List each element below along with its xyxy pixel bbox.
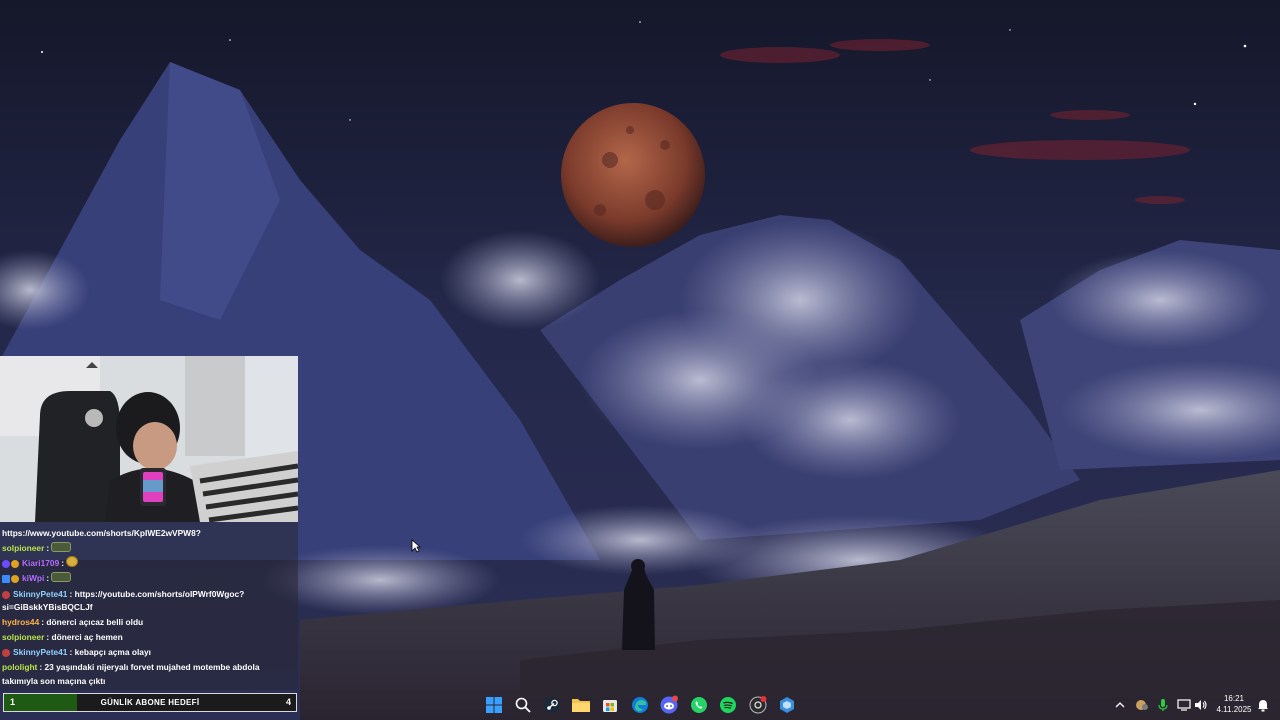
bits-badge-icon bbox=[11, 559, 19, 568]
chat-message: https://www.youtube.com/shorts/KpIWE2wVP… bbox=[2, 526, 296, 540]
network-icon[interactable] bbox=[1176, 697, 1192, 713]
chat-message: SkinnyPete41: kebapçı açma olayı bbox=[2, 645, 296, 660]
app-icon[interactable] bbox=[746, 693, 770, 717]
chat-overlay: https://www.youtube.com/shorts/KpIWE2wVP… bbox=[0, 522, 298, 690]
system-clock[interactable]: 16:21 4.11.2025 bbox=[1212, 693, 1256, 715]
chat-username: kiWpi bbox=[22, 573, 45, 583]
edge-icon[interactable] bbox=[628, 693, 652, 717]
chat-message-text: https://youtube.com/shorts/oIPWrf0Wgoc? bbox=[74, 589, 245, 599]
mouse-cursor-icon bbox=[411, 539, 421, 553]
chat-separator: : bbox=[46, 573, 50, 583]
chat-message-text: https://www.youtube.com/shorts/KpIWE2wVP… bbox=[2, 528, 201, 538]
chat-username: SkinnyPete41 bbox=[13, 589, 68, 599]
sub-badge-icon bbox=[2, 648, 10, 657]
chat-message: Kiari1709: bbox=[2, 556, 296, 571]
sub-badge-icon bbox=[2, 590, 10, 599]
chat-separator: : bbox=[69, 589, 73, 599]
chat-message-text: dönerci aç hemen bbox=[51, 632, 123, 642]
search-icon[interactable] bbox=[511, 693, 535, 717]
webcam-overlay bbox=[0, 356, 298, 522]
sub-badge-icon bbox=[2, 559, 10, 568]
file-explorer-icon[interactable] bbox=[569, 693, 593, 717]
chat-separator: : bbox=[39, 662, 43, 672]
chat-separator: : bbox=[41, 617, 45, 627]
tank-emote-icon bbox=[51, 542, 72, 552]
show-hidden-icons-icon[interactable] bbox=[1112, 697, 1128, 713]
chat-username: pololight bbox=[2, 662, 38, 672]
bits-badge-icon bbox=[11, 574, 19, 583]
microsoft-store-icon[interactable] bbox=[598, 693, 622, 717]
clock-date: 4.11.2025 bbox=[1216, 705, 1252, 714]
network-app-icon[interactable] bbox=[775, 693, 799, 717]
chat-message: pololight: 23 yaşındaki nijeryalı forvet… bbox=[2, 660, 296, 688]
chat-message-text: dönerci açıcaz belli oldu bbox=[46, 617, 144, 627]
prime-badge-icon bbox=[2, 574, 10, 583]
tank-emote-icon bbox=[51, 572, 72, 582]
app-tray-icon[interactable] bbox=[1134, 697, 1150, 713]
whatsapp-icon[interactable] bbox=[687, 693, 711, 717]
chat-message: hydros44: dönerci açıcaz belli oldu bbox=[2, 615, 296, 629]
discord-icon[interactable] bbox=[657, 693, 681, 717]
notification-icon[interactable] bbox=[1255, 697, 1271, 713]
clock-time: 16:21 bbox=[1223, 694, 1245, 703]
volume-icon[interactable] bbox=[1193, 697, 1209, 713]
chat-message: kiWpi: bbox=[2, 571, 296, 586]
chat-separator: : bbox=[69, 647, 73, 657]
chat-message-text: si=GiBskkYBisBQCLJf bbox=[2, 602, 93, 612]
spotify-icon[interactable] bbox=[716, 693, 740, 717]
chat-message: solpioneer: dönerci aç hemen bbox=[2, 630, 296, 644]
microphone-icon[interactable] bbox=[1155, 697, 1171, 713]
chat-username: solpioneer bbox=[2, 632, 45, 642]
steam-icon[interactable] bbox=[540, 693, 564, 717]
chat-username: hydros44 bbox=[2, 617, 40, 627]
chat-message-continuation: si=GiBskkYBisBQCLJf bbox=[2, 600, 296, 614]
chat-message: solpioneer: bbox=[2, 541, 296, 555]
chat-username: solpioneer bbox=[2, 543, 45, 553]
windows-start-icon[interactable] bbox=[482, 693, 506, 717]
chat-username: Kiari1709 bbox=[22, 558, 60, 568]
cheese-emote-icon bbox=[66, 556, 79, 567]
chat-separator: : bbox=[46, 543, 50, 553]
chat-separator: : bbox=[46, 632, 50, 642]
chat-separator: : bbox=[61, 558, 65, 568]
chat-username: SkinnyPete41 bbox=[13, 647, 68, 657]
chat-message-text: kebapçı açma olayı bbox=[74, 647, 151, 657]
